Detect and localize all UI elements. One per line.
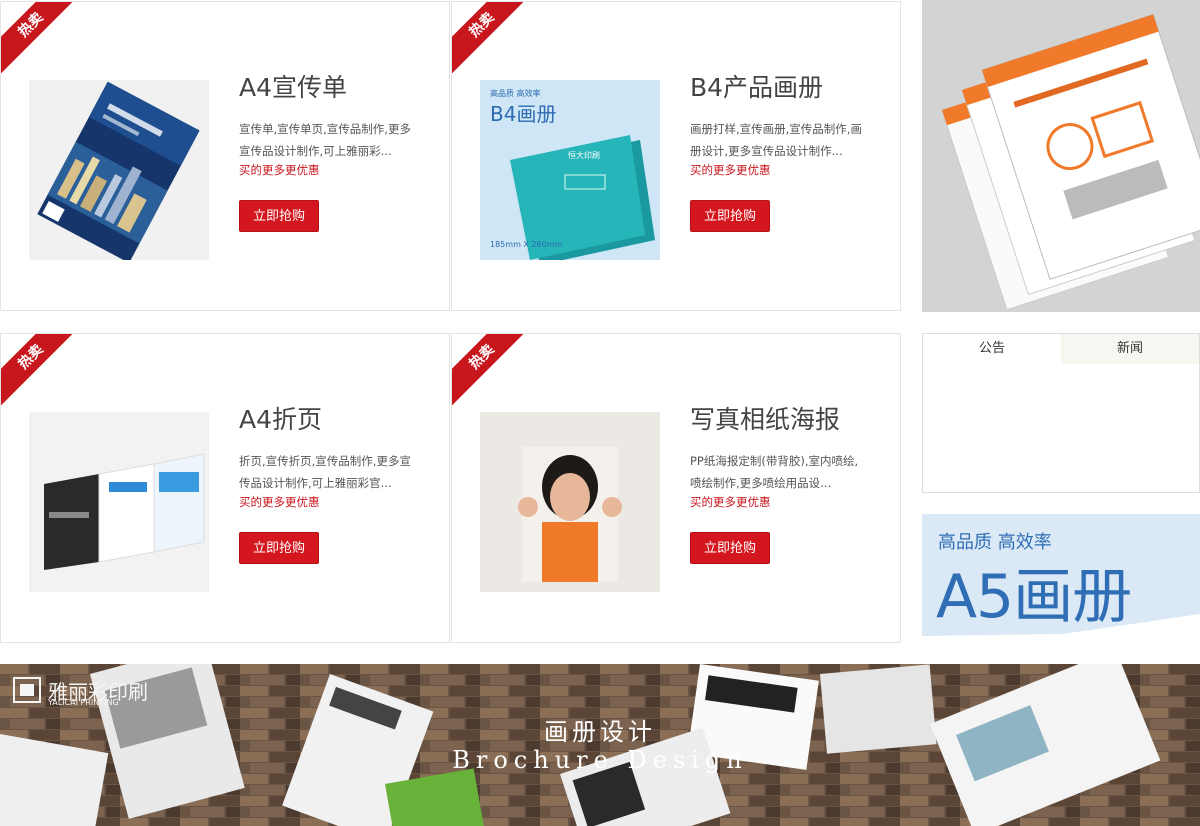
fold-illustration: [44, 453, 205, 570]
product-image[interactable]: [29, 80, 209, 260]
product-image[interactable]: [29, 412, 209, 592]
product-description: 宣传单,宣传单页,宣传品制作,更多宣传品设计制作,可上雅丽彩...: [239, 122, 411, 158]
a5-brochure-promo[interactable]: 高品质 高效率 A5画册: [922, 514, 1200, 644]
brochure-stack-illustration: [922, 0, 1200, 312]
brochure-illustration: 恒大印刷: [510, 135, 655, 260]
product-card-a4-flyer[interactable]: 热卖 A4宣传单 宣传单,宣传单页,宣传品制作,更多宣传品设计制作,可上雅丽彩.…: [0, 1, 450, 311]
b4-size: 185mm X 260mm: [490, 240, 563, 249]
promo-text: 买的更多更优惠: [239, 495, 320, 509]
product-card-b4-brochure[interactable]: 热卖 高品质 高效率 B4画册 恒大印刷 185mm X 260mm B4产品画…: [451, 1, 901, 311]
product-title[interactable]: B4产品画册: [690, 68, 823, 104]
tab-news[interactable]: 新闻: [1061, 334, 1199, 364]
buy-now-button[interactable]: 立即抢购: [239, 200, 319, 232]
product-description: 画册打样,宣传画册,宣传品制作,画册设计,更多宣传品设计制作...: [690, 122, 862, 158]
logo-icon: [13, 677, 41, 703]
svg-text:恒大印刷: 恒大印刷: [568, 150, 600, 160]
product-description: PP纸海报定制(带背胶),室内喷绘,喷绘制作,更多喷绘用品设...: [690, 454, 859, 490]
hot-badge: 热卖: [1, 334, 83, 409]
product-title[interactable]: A4宣传单: [239, 68, 347, 104]
tab-notice[interactable]: 公告: [923, 334, 1061, 364]
buy-now-button[interactable]: 立即抢购: [690, 532, 770, 564]
product-description: 折页,宣传折页,宣传品制作,更多宣传品设计制作,可上雅丽彩官...: [239, 454, 411, 490]
buy-now-button[interactable]: 立即抢购: [239, 532, 319, 564]
promo-text: 买的更多更优惠: [690, 495, 771, 509]
product-title[interactable]: 写真相纸海报: [690, 400, 840, 436]
notice-news-panel: 公告 新闻: [922, 333, 1200, 493]
promo-text: 买的更多更优惠: [690, 163, 771, 177]
banner-title-en: Brochure Design: [452, 746, 748, 774]
brochure-showcase-image[interactable]: [922, 0, 1200, 312]
product-card-photo-poster[interactable]: 热卖 写真相纸海报 PP纸海报定制(带背胶),室内喷绘,喷绘制作,更多喷绘用品设…: [451, 333, 901, 643]
product-image[interactable]: 高品质 高效率 B4画册 恒大印刷 185mm X 260mm: [480, 80, 660, 260]
banner-logo[interactable]: 雅丽彩印刷 YALICAI PRINTING: [12, 676, 148, 708]
flyer-illustration: [37, 81, 200, 260]
poster-illustration: [518, 447, 622, 582]
hot-badge: 热卖: [452, 334, 534, 409]
a5-wave: [922, 614, 1200, 644]
product-image[interactable]: [480, 412, 660, 592]
product-title[interactable]: A4折页: [239, 400, 322, 436]
logo-text-en: YALICAI PRINTING: [48, 698, 119, 707]
hot-badge: 热卖: [452, 2, 534, 77]
hot-badge: 热卖: [1, 2, 83, 77]
brochure-design-banner[interactable]: 雅丽彩印刷 YALICAI PRINTING 画册设计 Brochure Des…: [0, 664, 1200, 826]
product-card-a4-fold[interactable]: 热卖 A4折页 折页,宣传折页,宣传品制作,更多宣传品设计制作,可上雅丽彩官..…: [0, 333, 450, 643]
banner-title-cn: 画册设计: [544, 718, 656, 746]
buy-now-button[interactable]: 立即抢购: [690, 200, 770, 232]
promo-text: 买的更多更优惠: [239, 163, 320, 177]
